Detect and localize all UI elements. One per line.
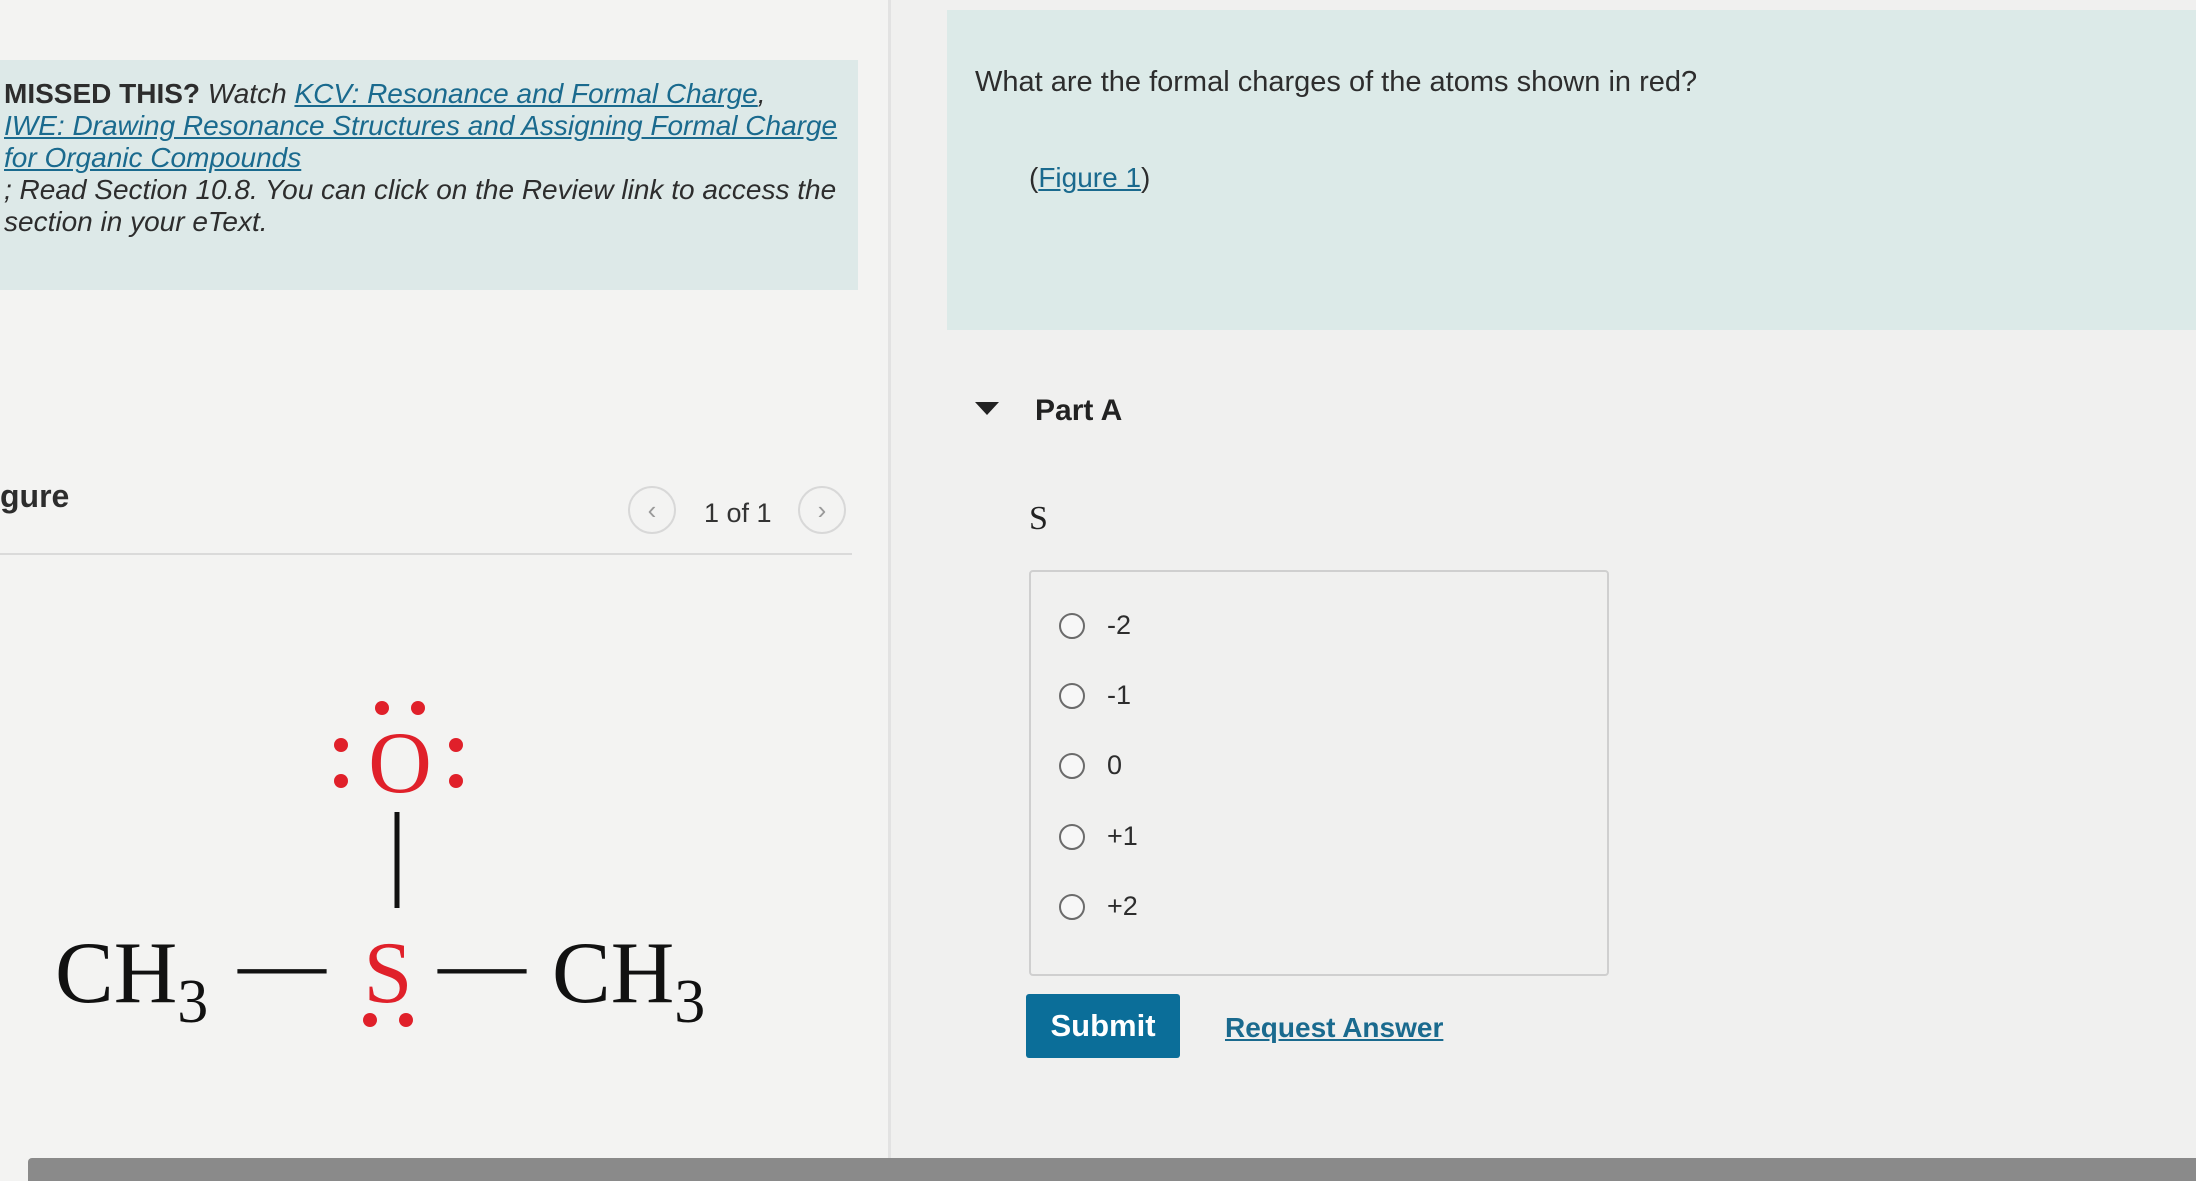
collapse-triangle-icon[interactable] <box>975 402 999 415</box>
lone-pair-dot <box>334 738 348 752</box>
lone-pair-dot <box>449 738 463 752</box>
option-minus-2[interactable]: -2 <box>1059 610 1131 641</box>
figure-pane: MISSED THIS? Watch KCV: Resonance and Fo… <box>0 0 890 1181</box>
chevron-right-icon: › <box>817 494 827 525</box>
sulfur-lone-pair-dot <box>399 1013 413 1027</box>
figure-divider <box>0 553 852 555</box>
question-pane: What are the formal charges of the atoms… <box>891 0 2196 1181</box>
lone-pair-dot <box>375 701 389 715</box>
missed-trailing-text: ; Read Section 10.8. You can click on th… <box>4 174 837 237</box>
figure-reference: (Figure 1) <box>1029 162 1151 193</box>
missed-watch-text: Watch <box>207 78 287 109</box>
figure-counter: 1 of 1 <box>704 498 772 528</box>
right-methyl-group: CH3 <box>552 925 705 1036</box>
submit-button[interactable]: Submit <box>1026 994 1180 1058</box>
figure-heading: gure <box>0 478 70 514</box>
right-bond: — <box>437 915 527 1012</box>
sulfur-atom: S <box>364 925 413 1022</box>
bottom-scrollbar[interactable] <box>28 1158 2196 1181</box>
option-plus-2[interactable]: +2 <box>1059 891 1138 922</box>
radio-button[interactable] <box>1059 893 1085 920</box>
sulfur-lone-pair-dot <box>363 1013 377 1027</box>
radio-button[interactable] <box>1059 612 1085 639</box>
oxygen-atom: O <box>368 715 432 812</box>
option-minus-1[interactable]: -1 <box>1059 680 1131 711</box>
option-zero[interactable]: 0 <box>1059 750 1122 781</box>
next-figure-button[interactable]: › <box>798 486 846 534</box>
request-answer-link[interactable]: Request Answer <box>1225 1012 1443 1044</box>
lone-pair-dot <box>411 701 425 715</box>
atom-label: S <box>1029 500 1048 537</box>
question-text: What are the formal charges of the atoms… <box>975 66 1698 98</box>
answer-options: -2 -1 0 +1 +2 <box>1029 570 1609 976</box>
left-methyl-group: CH3 <box>55 925 208 1036</box>
lone-pair-dot <box>334 774 348 788</box>
dimethyl-sulfoxide-structure: O CH3 — S — CH3 <box>55 701 705 1036</box>
radio-button[interactable] <box>1059 682 1085 709</box>
radio-button[interactable] <box>1059 752 1085 779</box>
option-plus-1[interactable]: +1 <box>1059 821 1138 852</box>
kcv-link[interactable]: KCV: Resonance and Formal Charge <box>294 78 757 109</box>
missed-this-lead: MISSED THIS? <box>4 78 201 109</box>
radio-button[interactable] <box>1059 823 1085 850</box>
missed-this-box: MISSED THIS? Watch KCV: Resonance and Fo… <box>0 60 858 290</box>
prev-figure-button[interactable]: ‹ <box>628 486 676 534</box>
iwe-link[interactable]: IWE: Drawing Resonance Structures and As… <box>4 110 837 173</box>
left-bond: — <box>237 915 327 1012</box>
figure-1-link[interactable]: Figure 1 <box>1038 162 1141 193</box>
part-a-title[interactable]: Part A <box>1035 394 1122 428</box>
chevron-left-icon: ‹ <box>647 494 657 525</box>
lone-pair-dot <box>449 774 463 788</box>
